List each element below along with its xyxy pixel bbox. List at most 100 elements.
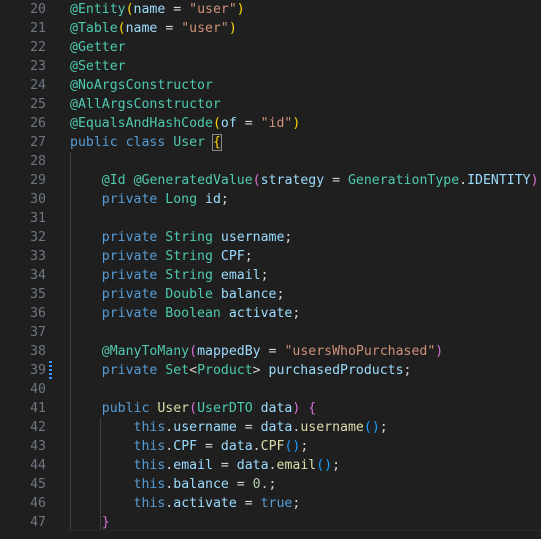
code-editor[interactable]: 20 21 22 23 24 25 26 27 28 29 30 31 32 33 34 35 36 37 38 39… — [0, 0, 541, 539]
token-at: @ — [101, 344, 110, 359]
token-kw: this — [133, 458, 166, 473]
token-type: UserDTO — [197, 401, 253, 416]
token-field: id — [205, 192, 221, 207]
line-number[interactable]: 30 — [0, 190, 46, 209]
token-method: User — [157, 401, 190, 416]
line-number[interactable]: 21 — [0, 19, 46, 38]
token-p1: ) — [292, 116, 301, 131]
token-at: @ — [101, 173, 110, 188]
token-type: GenerationType — [347, 173, 460, 188]
token-op: = — [260, 344, 285, 359]
token-method: email — [276, 458, 317, 473]
line-number[interactable]: 40 — [0, 380, 46, 399]
token-p1: ( — [125, 2, 134, 17]
token-kw: private — [101, 287, 158, 302]
token-method: username — [300, 420, 364, 435]
line-number[interactable]: 44 — [0, 456, 46, 475]
line-number[interactable]: 24 — [0, 76, 46, 95]
token-kw: this — [133, 477, 166, 492]
token-type: String — [165, 268, 213, 283]
line-number[interactable]: 37 — [0, 323, 46, 342]
token-op: ; — [379, 420, 388, 435]
token-str: "user" — [181, 21, 229, 36]
line-number[interactable]: 42 — [0, 418, 46, 437]
token-at: @ — [70, 97, 78, 112]
token-op: ; — [220, 192, 229, 207]
editor-gutter[interactable]: 20 21 22 23 24 25 26 27 28 29 30 31 32 33 34 35 36 37 38 39… — [0, 0, 66, 539]
token-op: < — [189, 363, 198, 378]
token-str: "usersWhoPurchased" — [284, 344, 436, 359]
token-p1: ( — [117, 21, 126, 36]
token-p3: ) — [371, 420, 380, 435]
line-number[interactable]: 41 — [0, 399, 46, 418]
line-number[interactable]: 43 — [0, 437, 46, 456]
line-number[interactable]: 34 — [0, 266, 46, 285]
token-field: strategy — [260, 173, 325, 188]
token-p2: { — [308, 401, 317, 416]
code-content[interactable]: @Entity(name = "user") @Table(name = "use… — [0, 0, 541, 539]
token-kw: true — [260, 496, 293, 511]
modified-line-marker — [49, 361, 52, 380]
token-field: balance — [173, 477, 229, 492]
line-number[interactable]: 45 — [0, 475, 46, 494]
line-number[interactable]: 28 — [0, 152, 46, 171]
token-op: = — [157, 21, 182, 36]
token-at: @ — [70, 2, 78, 17]
token-op: ; — [292, 496, 301, 511]
token-op: ; — [268, 477, 277, 492]
token-kw: this — [133, 420, 166, 435]
token-op: = — [236, 420, 261, 435]
line-number[interactable]: 20 — [0, 0, 46, 19]
token-type: Double — [165, 287, 213, 302]
line-number[interactable]: 31 — [0, 209, 46, 228]
token-kw: class — [125, 135, 166, 150]
line-number[interactable]: 39 — [0, 361, 46, 380]
token-field: name — [125, 21, 158, 36]
line-number[interactable]: 32 — [0, 228, 46, 247]
token-field: CPF — [173, 439, 198, 454]
token-op: ; — [244, 249, 253, 264]
line-number[interactable]: 22 — [0, 38, 46, 57]
token-p2: ) — [530, 173, 539, 188]
token-kw: private — [101, 268, 158, 283]
token-field: username — [173, 420, 237, 435]
line-number[interactable]: 23 — [0, 57, 46, 76]
token-kw: this — [133, 439, 166, 454]
token-field: mappedBy — [197, 344, 261, 359]
token-at: @ — [70, 59, 78, 74]
line-number[interactable]: 26 — [0, 114, 46, 133]
line-number[interactable]: 38 — [0, 342, 46, 361]
line-number[interactable]: 35 — [0, 285, 46, 304]
line-number[interactable]: 27 — [0, 133, 46, 152]
token-kw: private — [101, 363, 158, 378]
token-kw: private — [101, 306, 158, 321]
line-number[interactable]: 25 — [0, 95, 46, 114]
line-number[interactable]: 33 — [0, 247, 46, 266]
line-number[interactable]: 36 — [0, 304, 46, 323]
token-kw: private — [101, 230, 158, 245]
token-ann: Table — [77, 21, 118, 36]
line-number[interactable]: 46 — [0, 494, 46, 513]
token-kw: public — [101, 401, 150, 416]
token-kw: private — [101, 249, 158, 264]
token-field: activate — [228, 306, 293, 321]
code-line[interactable]: @ManyToMany(mappedBy = "usersWhoPurchase… — [0, 342, 443, 361]
line-number[interactable]: 47 — [0, 513, 46, 532]
token-type: User — [173, 135, 206, 150]
token-kw: public — [70, 135, 118, 150]
line-number[interactable]: 29 — [0, 171, 46, 190]
code-line[interactable]: @Id @GeneratedValue(strategy = Generatio… — [0, 171, 539, 190]
token-kw: private — [101, 192, 158, 207]
token-type: Set — [165, 363, 190, 378]
